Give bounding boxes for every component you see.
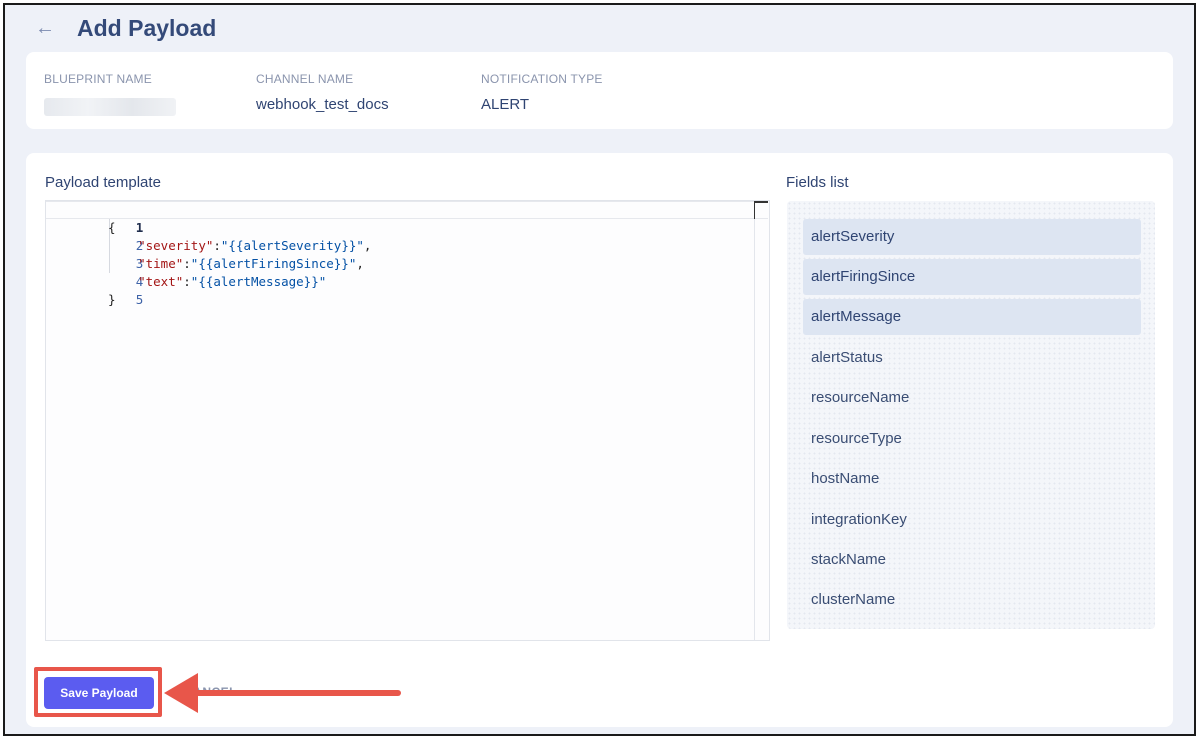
- field-item-alert-severity[interactable]: alertSeverity: [803, 219, 1141, 255]
- channel-name-label: CHANNEL NAME: [256, 72, 354, 86]
- editor-scrollbar[interactable]: [754, 201, 755, 640]
- payload-template-title: Payload template: [45, 174, 161, 191]
- notification-type-label: NOTIFICATION TYPE: [481, 72, 603, 86]
- field-item-alert-status[interactable]: alertStatus: [803, 340, 1141, 376]
- code-line[interactable]: 2 "severity":"{{alertSeverity}}",: [46, 219, 746, 253]
- field-item-integration-key[interactable]: integrationKey: [803, 502, 1141, 538]
- app-window: ← Add Payload BLUEPRINT NAME CHANNEL NAM…: [3, 3, 1196, 736]
- blueprint-info: BLUEPRINT NAME: [44, 72, 176, 116]
- save-payload-button[interactable]: Save Payload: [44, 677, 154, 709]
- arrow-left-icon[interactable]: ←: [35, 17, 63, 40]
- payload-code-editor[interactable]: 1{ 2 "severity":"{{alertSeverity}}", 3 "…: [45, 200, 770, 641]
- payload-card: Payload template Fields list 1{ 2 "sever…: [26, 153, 1173, 727]
- code-line[interactable]: 1{: [46, 201, 746, 235]
- field-item-host-name[interactable]: hostName: [803, 461, 1141, 497]
- field-item-alert-message[interactable]: alertMessage: [803, 299, 1141, 335]
- notification-type-value: ALERT: [481, 96, 530, 113]
- blueprint-name-label: BLUEPRINT NAME: [44, 72, 152, 86]
- annotation-arrow-icon: [164, 673, 401, 713]
- code-line[interactable]: 3 "time":"{{alertFiringSince}}",: [46, 237, 746, 271]
- code-text: }: [108, 292, 116, 307]
- code-line[interactable]: 4 "text":"{{alertMessage}}": [46, 255, 746, 289]
- field-item-cluster-name[interactable]: clusterName: [803, 582, 1141, 618]
- channel-name-value: webhook_test_docs: [256, 96, 389, 113]
- field-item-resource-type[interactable]: resourceType: [803, 421, 1141, 457]
- field-item-stack-name[interactable]: stackName: [803, 542, 1141, 578]
- code-line[interactable]: 5}: [46, 273, 746, 307]
- info-card: BLUEPRINT NAME CHANNEL NAME webhook_test…: [26, 52, 1173, 129]
- fields-list-title: Fields list: [786, 174, 849, 191]
- page-header: ← Add Payload: [35, 11, 216, 45]
- blueprint-name-redacted: [44, 98, 176, 116]
- page-title: Add Payload: [77, 14, 217, 41]
- fields-list: alertSeverity alertFiringSince alertMess…: [787, 201, 1155, 629]
- field-item-resource-name[interactable]: resourceName: [803, 380, 1141, 416]
- channel-info: CHANNEL NAME webhook_test_docs: [256, 72, 389, 113]
- field-item-alert-firing-since[interactable]: alertFiringSince: [803, 259, 1141, 295]
- editor-cursor-marker: [754, 201, 768, 219]
- notification-info: NOTIFICATION TYPE ALERT: [481, 72, 603, 113]
